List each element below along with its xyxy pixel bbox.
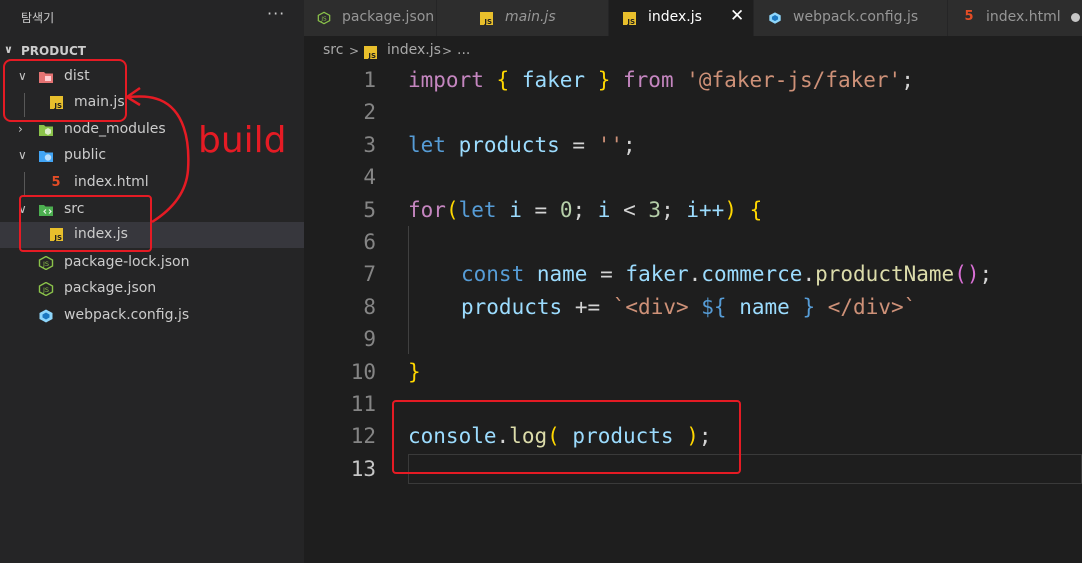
tab-label: main.js [505, 9, 556, 25]
indent-guide [408, 226, 409, 354]
line-number: 9 [363, 327, 376, 351]
tab-index-html[interactable]: 5 index.html [948, 0, 1082, 36]
tree-item-label: webpack.config.js [64, 307, 190, 323]
code-line: const name = faker.commerce.productName(… [461, 262, 993, 286]
html-file-icon: 5 [964, 9, 974, 24]
breadcrumb-more[interactable]: ... [457, 42, 470, 58]
js-file-icon: JS [623, 12, 636, 26]
close-icon[interactable]: ✕ [730, 6, 744, 26]
tab-label: webpack.config.js [793, 9, 919, 25]
js-file-icon: JS [364, 46, 377, 60]
tab-main-js[interactable]: JS main.js [437, 0, 609, 36]
line-number: 11 [350, 392, 376, 416]
editor-area: JS package.json JS main.js JS index.js ✕… [304, 0, 1082, 563]
code-line: import { faker } from '@faker-js/faker'; [408, 68, 914, 92]
line-number: 5 [363, 198, 376, 222]
tab-package-json[interactable]: JS package.json [304, 0, 437, 36]
line-number: 3 [363, 133, 376, 157]
code-line: let products = ''; [408, 133, 636, 157]
webpack-icon [39, 309, 53, 323]
line-number: 13 [350, 457, 376, 481]
tab-label: index.html [986, 9, 1061, 25]
annotation-arrow [124, 86, 190, 224]
breadcrumb-folder[interactable]: src [323, 42, 343, 58]
unsaved-dot-icon[interactable] [1071, 13, 1080, 22]
tab-label: index.js [648, 9, 702, 25]
tab-label: package.json [342, 9, 435, 25]
chevron-right-icon: > [349, 44, 360, 58]
chevron-right-icon: > [442, 44, 453, 58]
code-line: } [408, 360, 421, 384]
line-number: 2 [363, 100, 376, 124]
line-number: 8 [363, 295, 376, 319]
svg-text:JS: JS [42, 286, 49, 294]
tree-item-package-json[interactable]: JS package.json [0, 276, 304, 302]
svg-text:JS: JS [320, 17, 327, 23]
tab-webpack-config-js[interactable]: webpack.config.js [754, 0, 948, 36]
line-number: 12 [350, 424, 376, 448]
line-number: 6 [363, 230, 376, 254]
code-line: products += `<div> ${ name } </div>` [461, 295, 917, 319]
line-number: 7 [363, 262, 376, 286]
tree-item-label: package.json [64, 280, 157, 296]
line-number: 1 [363, 68, 376, 92]
webpack-icon [769, 12, 781, 24]
json-file-icon: JS [38, 282, 54, 296]
breadcrumb-file[interactable]: index.js [387, 42, 441, 58]
code-line: for(let i = 0; i < 3; i++) { [408, 198, 763, 222]
tab-index-js[interactable]: JS index.js ✕ [609, 0, 754, 36]
line-number: 4 [363, 165, 376, 189]
line-number: 10 [350, 360, 376, 384]
json-file-icon: JS [317, 11, 331, 25]
breadcrumb: src > JS index.js > ... [304, 36, 1082, 66]
tab-bar: JS package.json JS main.js JS index.js ✕… [304, 0, 1082, 36]
js-file-icon: JS [480, 12, 493, 26]
svg-text:JS: JS [42, 260, 49, 268]
tree-item-webpack-config-js[interactable]: webpack.config.js [0, 303, 304, 329]
annotation-box-console-log [392, 400, 741, 474]
